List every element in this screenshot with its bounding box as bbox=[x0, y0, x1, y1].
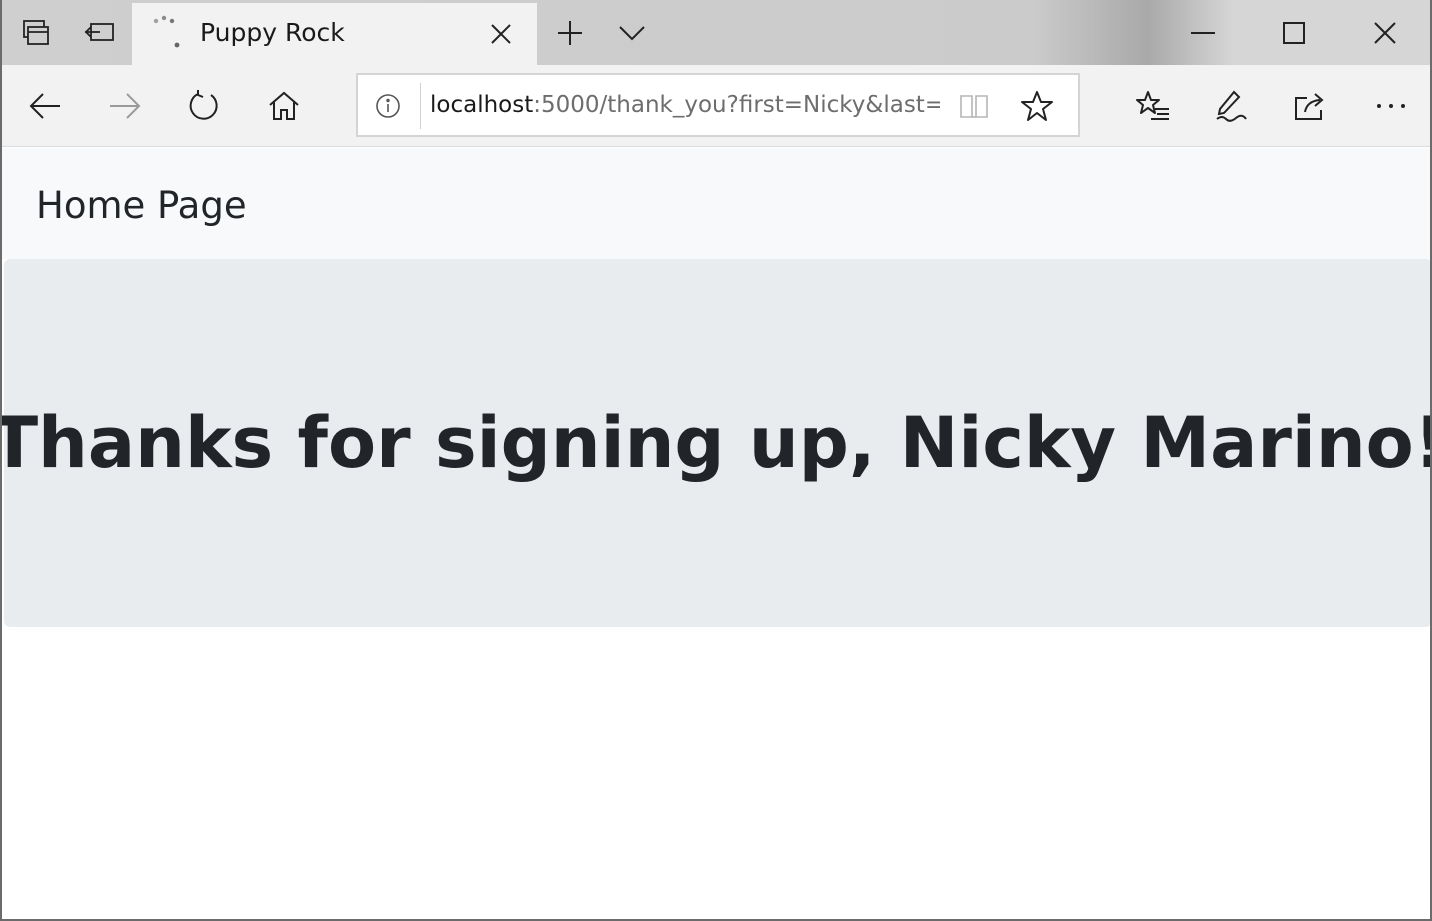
address-bar[interactable]: localhost:5000/thank_you?first=Nicky&las… bbox=[356, 73, 1080, 137]
set-aside-tabs-icon[interactable] bbox=[68, 0, 132, 65]
loading-spinner-icon bbox=[150, 15, 184, 51]
minimize-icon[interactable] bbox=[1158, 0, 1248, 65]
more-icon[interactable] bbox=[1360, 77, 1422, 135]
navigation-toolbar: localhost:5000/thank_you?first=Nicky&las… bbox=[2, 65, 1430, 147]
jumbotron: Thanks for signing up, Nicky Marino! bbox=[0, 259, 1432, 627]
tab-title: Puppy Rock bbox=[200, 18, 345, 47]
favorites-icon[interactable] bbox=[1122, 77, 1184, 135]
share-icon[interactable] bbox=[1280, 77, 1342, 135]
navbar-brand-home-link[interactable]: Home Page bbox=[36, 184, 247, 227]
browser-window: Puppy Rock localhost:5000/thank_you?firs… bbox=[0, 0, 1432, 921]
address-divider bbox=[420, 83, 421, 129]
title-bar: Puppy Rock bbox=[2, 0, 1430, 65]
maximize-icon[interactable] bbox=[1249, 0, 1339, 65]
info-icon[interactable] bbox=[370, 89, 406, 123]
home-icon[interactable] bbox=[253, 77, 315, 135]
forward-icon[interactable] bbox=[94, 77, 156, 135]
url-text[interactable]: localhost:5000/thank_you?first=Nicky&las… bbox=[430, 92, 940, 118]
chevron-down-icon[interactable] bbox=[600, 0, 664, 65]
tabs-aside-icon[interactable] bbox=[4, 0, 68, 65]
thank-you-heading: Thanks for signing up, Nicky Marino! bbox=[0, 402, 1432, 484]
tab-puppy-rock[interactable]: Puppy Rock bbox=[132, 3, 537, 65]
url-path: :5000/thank_you?first=Nicky&last= bbox=[533, 92, 940, 118]
url-host: localhost bbox=[430, 92, 534, 118]
close-icon[interactable] bbox=[484, 17, 518, 51]
close-window-icon[interactable] bbox=[1340, 0, 1430, 65]
favorite-star-icon[interactable] bbox=[1018, 87, 1056, 125]
back-icon[interactable] bbox=[14, 77, 76, 135]
site-navbar: Home Page bbox=[2, 148, 1430, 259]
page-content: Home Page Thanks for signing up, Nicky M… bbox=[0, 148, 1432, 919]
new-tab-icon[interactable] bbox=[538, 0, 602, 65]
refresh-icon[interactable] bbox=[173, 77, 235, 135]
reading-view-icon[interactable] bbox=[956, 89, 992, 123]
web-note-icon[interactable] bbox=[1201, 77, 1263, 135]
